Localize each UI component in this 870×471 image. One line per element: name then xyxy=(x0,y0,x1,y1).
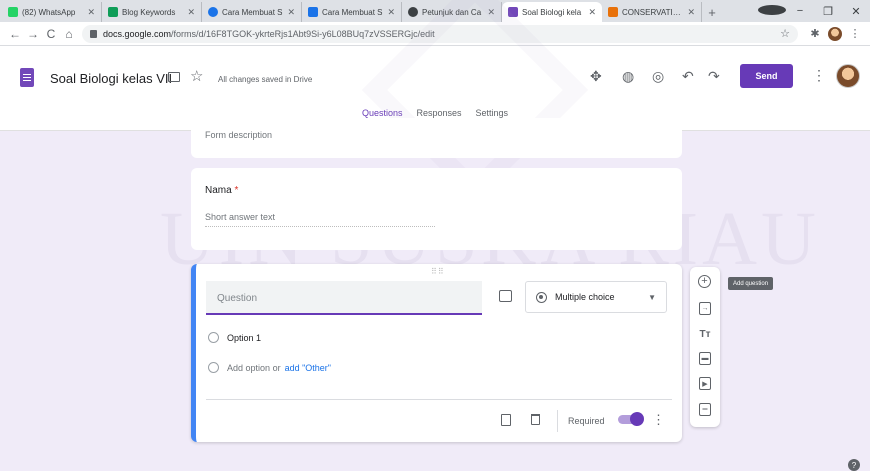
star-icon[interactable]: ☆ xyxy=(190,67,203,85)
required-toggle[interactable] xyxy=(618,412,644,426)
send-button[interactable]: Send xyxy=(740,64,793,88)
close-tab-icon[interactable]: ✕ xyxy=(287,7,295,18)
lock-icon xyxy=(90,29,97,38)
close-tab-icon[interactable]: ✕ xyxy=(487,7,495,18)
browser-tab-petunjuk[interactable]: Petunjuk dan Ca ✕ xyxy=(402,2,502,22)
forward-icon[interactable]: → xyxy=(24,27,42,41)
radio-button-icon xyxy=(536,291,547,303)
help-icon[interactable]: ? xyxy=(848,459,860,471)
minimize-icon[interactable]: − xyxy=(786,5,814,17)
palette-icon[interactable]: ◍ xyxy=(622,68,634,85)
url-host: docs.google.com xyxy=(103,28,172,39)
browser-tab-soal-biologi[interactable]: Soal Biologi kela ✕ xyxy=(502,2,602,22)
side-toolbar: + → Tт ▬ ▶ ═ xyxy=(690,267,720,427)
question-type-select[interactable]: Multiple choice ▼ xyxy=(525,281,667,313)
question-type-label: Multiple choice xyxy=(555,292,615,302)
active-question-card[interactable]: ⠿⠿ Question Multiple choice ▼ Option 1 A… xyxy=(191,264,682,442)
browser-menu-icon[interactable]: ⋮ xyxy=(846,27,864,40)
close-tab-icon[interactable]: ✕ xyxy=(387,7,395,18)
option-label[interactable]: Option 1 xyxy=(227,333,261,343)
whatsapp-icon xyxy=(8,7,18,17)
add-option-row: Add option or add "Other" xyxy=(208,362,331,373)
question-input[interactable]: Question xyxy=(206,281,482,315)
site-icon xyxy=(308,7,318,17)
close-tab-icon[interactable]: ✕ xyxy=(187,7,195,18)
required-mark: * xyxy=(234,185,239,196)
required-label: Required xyxy=(568,416,605,426)
forms-icon xyxy=(508,7,518,17)
more-options-icon[interactable]: ⋮ xyxy=(812,67,826,84)
form-description-card[interactable]: Form description xyxy=(191,118,682,158)
redo-icon[interactable]: ↷ xyxy=(708,68,720,85)
add-image-icon[interactable] xyxy=(499,290,512,302)
close-tab-icon[interactable]: ✕ xyxy=(687,7,695,18)
add-video-icon[interactable]: ▶ xyxy=(699,377,711,390)
add-image-icon[interactable]: ▬ xyxy=(699,352,711,365)
footer-divider xyxy=(206,399,672,400)
browser-tab-conservation[interactable]: CONSERVATION ✕ xyxy=(602,2,702,22)
close-tab-icon[interactable]: ✕ xyxy=(87,7,95,18)
short-answer-placeholder: Short answer text xyxy=(205,212,276,222)
footer-separator xyxy=(557,410,558,432)
user-avatar[interactable] xyxy=(828,26,842,41)
add-option-link[interactable]: Add option xyxy=(227,363,270,373)
add-title-icon[interactable]: Tт xyxy=(697,326,713,342)
option-row[interactable]: Option 1 xyxy=(208,332,261,343)
url-path: /forms/d/16F8TGOK-ykrteRjs1Abt9Si-y6L08B… xyxy=(171,28,435,39)
toggle-knob xyxy=(630,412,644,426)
undo-icon[interactable]: ↶ xyxy=(682,68,694,85)
import-questions-icon[interactable]: → xyxy=(699,302,711,315)
back-icon[interactable]: ← xyxy=(6,27,24,41)
browser-tab-blog-keywords[interactable]: Blog Keywords ✕ xyxy=(102,2,202,22)
addons-icon[interactable]: ✥ xyxy=(590,68,602,85)
address-bar[interactable]: docs.google.com/forms/d/16F8TGOK-ykrteRj… xyxy=(82,24,798,43)
duplicate-icon[interactable] xyxy=(501,414,511,426)
add-section-icon[interactable]: ═ xyxy=(699,403,711,416)
delete-icon[interactable] xyxy=(531,414,540,425)
option-radio-icon xyxy=(208,362,219,373)
question-more-icon[interactable]: ⋮ xyxy=(652,412,665,428)
new-tab-button[interactable]: + xyxy=(702,2,722,22)
extensions-icon[interactable]: ✱ xyxy=(806,27,824,40)
close-window-icon[interactable]: ✕ xyxy=(842,5,870,18)
form-title[interactable]: Soal Biologi kelas VII xyxy=(50,71,172,86)
site-icon xyxy=(408,7,418,17)
save-status: All changes saved in Drive xyxy=(218,75,313,84)
option-radio-icon xyxy=(208,332,219,343)
account-avatar[interactable] xyxy=(836,64,860,88)
bookmark-star-icon[interactable]: ☆ xyxy=(780,27,790,40)
add-question-icon[interactable]: + xyxy=(698,275,711,288)
browser-tab-whatsapp[interactable]: (82) WhatsApp ✕ xyxy=(2,2,102,22)
restore-icon[interactable]: ❐ xyxy=(814,5,842,18)
question-card-nama[interactable]: Nama * Short answer text xyxy=(191,168,682,250)
window-controls: − ❐ ✕ xyxy=(758,0,870,22)
dropdown-caret-icon: ▼ xyxy=(648,292,656,302)
folder-icon[interactable] xyxy=(168,72,180,82)
browser-toolbar: ← → C ⌂ docs.google.com/forms/d/16F8TGOK… xyxy=(0,22,870,46)
form-description-placeholder[interactable]: Form description xyxy=(205,130,272,140)
sheets-icon xyxy=(108,7,118,17)
preview-eye-icon[interactable]: ◎ xyxy=(652,68,664,85)
profile-icon[interactable] xyxy=(758,4,786,18)
browser-tab-bar: (82) WhatsApp ✕ Blog Keywords ✕ Cara Mem… xyxy=(0,0,870,22)
drag-handle-icon[interactable]: ⠿⠿ xyxy=(431,267,445,276)
close-tab-icon[interactable]: ✕ xyxy=(588,7,596,18)
browser-tab-cara-membuat-2[interactable]: Cara Membuat S ✕ xyxy=(302,2,402,22)
short-answer-underline xyxy=(205,226,435,227)
reload-icon[interactable]: C xyxy=(42,27,60,41)
tooltip: Add question xyxy=(728,277,774,290)
question-title: Nama * xyxy=(205,185,239,196)
add-other-link[interactable]: add "Other" xyxy=(285,363,331,373)
home-icon[interactable]: ⌂ xyxy=(60,27,78,41)
site-icon xyxy=(608,7,618,17)
browser-tab-cara-membuat-1[interactable]: Cara Membuat S ✕ xyxy=(202,2,302,22)
site-icon xyxy=(208,7,218,17)
or-text: or xyxy=(272,362,281,373)
forms-logo-icon[interactable] xyxy=(20,68,34,87)
